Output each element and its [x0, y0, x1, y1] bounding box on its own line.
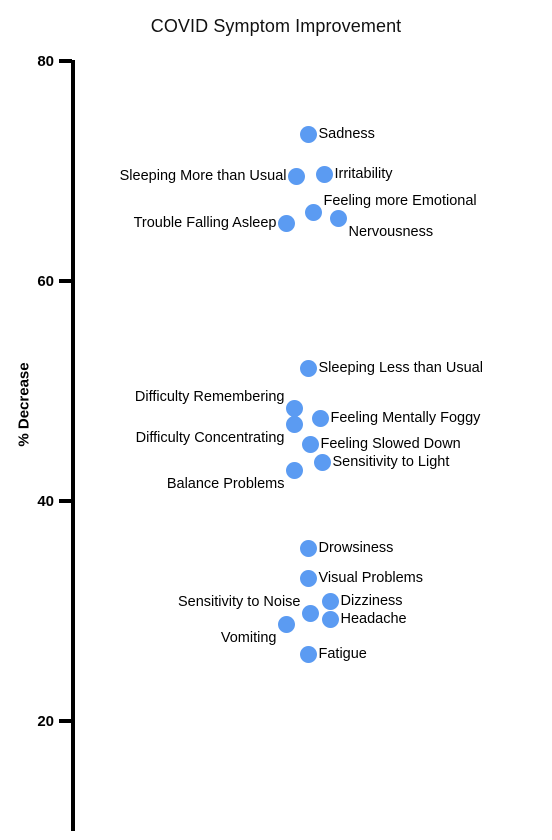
data-point-label: Feeling more Emotional	[323, 193, 477, 209]
data-point-label: Feeling Mentally Foggy	[330, 410, 481, 426]
data-point-label: Dizziness	[340, 593, 403, 609]
data-point[interactable]	[299, 539, 317, 557]
data-point[interactable]	[299, 645, 317, 663]
data-point[interactable]	[321, 610, 339, 628]
data-point-label: Sleeping Less than Usual	[318, 360, 483, 376]
data-point-label: Balance Problems	[166, 476, 285, 492]
data-point-label: Sadness	[318, 126, 375, 142]
data-point[interactable]	[287, 167, 305, 185]
data-point-label: Visual Problems	[318, 570, 424, 586]
data-point[interactable]	[321, 592, 339, 610]
data-point[interactable]	[285, 461, 303, 479]
data-point-label: Irritability	[334, 166, 393, 182]
data-point[interactable]	[299, 569, 317, 587]
data-points-layer: Sadness Sleeping More than Usual Irritabil…	[0, 0, 552, 840]
data-point[interactable]	[315, 165, 333, 183]
data-point-label: Nervousness	[348, 224, 434, 240]
data-point[interactable]	[304, 203, 322, 221]
data-point[interactable]	[329, 209, 347, 227]
data-point[interactable]	[299, 359, 317, 377]
data-point-label: Sensitivity to Noise	[178, 594, 301, 610]
data-point[interactable]	[299, 125, 317, 143]
data-point-label: Fatigue	[318, 646, 367, 662]
scatter-chart: COVID Symptom Improvement % Decrease 80 6…	[0, 0, 552, 840]
data-point-label: Trouble Falling Asleep	[133, 215, 277, 231]
data-point[interactable]	[301, 604, 319, 622]
data-point[interactable]	[285, 399, 303, 417]
data-point[interactable]	[313, 453, 331, 471]
data-point[interactable]	[277, 214, 295, 232]
data-point-label: Drowsiness	[318, 540, 394, 556]
data-point-label: Sleeping More than Usual	[119, 168, 287, 184]
data-point-label: Sensitivity to Light	[332, 454, 450, 470]
data-point-label: Headache	[340, 611, 407, 627]
data-point-label: Vomiting	[220, 630, 277, 646]
data-point-label: Difficulty Concentrating	[135, 430, 285, 446]
data-point-label: Feeling Slowed Down	[320, 436, 461, 452]
data-point-label: Difficulty Remembering	[134, 389, 285, 405]
data-point[interactable]	[301, 435, 319, 453]
data-point[interactable]	[311, 409, 329, 427]
data-point[interactable]	[285, 415, 303, 433]
data-point[interactable]	[277, 615, 295, 633]
